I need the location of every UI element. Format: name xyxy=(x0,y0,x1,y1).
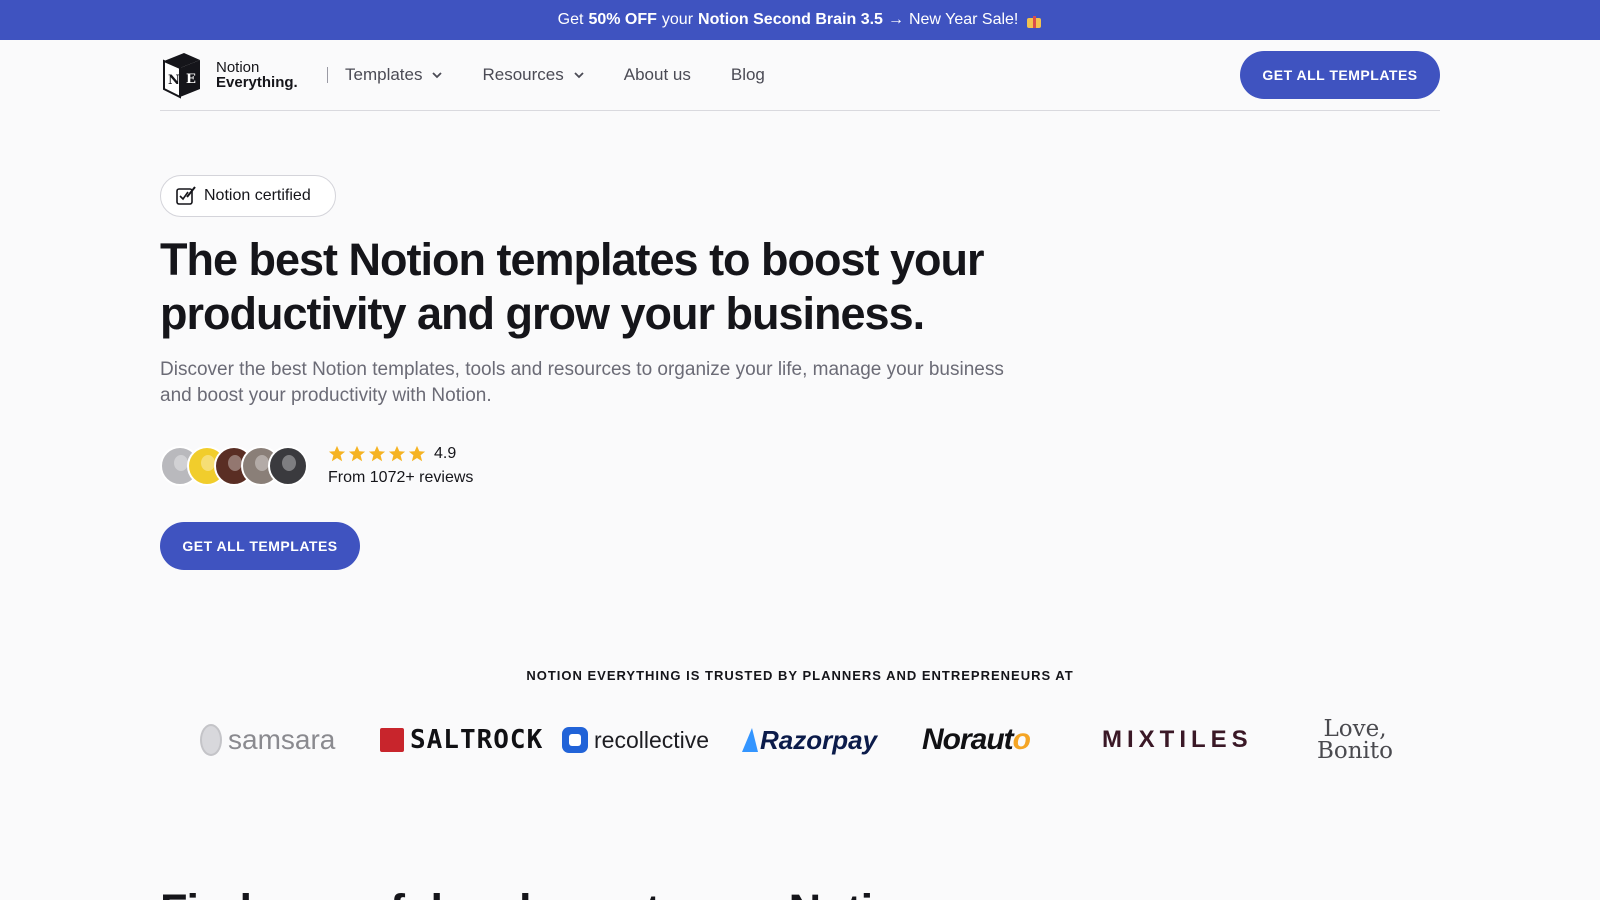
brand-love-bonito-label: Love, Bonito xyxy=(1316,716,1393,764)
brand-norauto: Norauto xyxy=(922,700,1031,780)
brand-mixtiles-label: MIXTILES xyxy=(1102,726,1253,753)
brand-razorpay: Razorpay xyxy=(742,700,877,780)
rating-stars xyxy=(328,445,426,463)
samsara-logo-icon xyxy=(200,724,222,756)
brand-recollective-label: recollective xyxy=(594,726,710,753)
logo[interactable]: N E Notion Everything. xyxy=(160,51,320,99)
next-section-title: Find powerful and smart ways Notion xyxy=(160,884,1060,900)
rating-row: 4.9 xyxy=(328,443,473,465)
gift-icon xyxy=(1026,12,1042,28)
nav-resources[interactable]: Resources xyxy=(482,65,584,85)
nav-blog-label: Blog xyxy=(730,65,765,84)
logo-mark-n: N xyxy=(168,73,180,88)
brand-norauto-label: Norauto xyxy=(922,723,1031,756)
notion-certified-badge: Notion certified xyxy=(160,175,336,217)
brand-saltrock-label: SALTROCK xyxy=(410,725,544,755)
promo-prefix: Get xyxy=(557,11,584,28)
nav-divider xyxy=(327,67,328,83)
certified-edit-icon xyxy=(176,186,196,205)
star-icon xyxy=(328,445,346,462)
brand-razorpay-label: Razorpay xyxy=(760,724,878,755)
brand-samsara-label: samsara xyxy=(228,724,336,755)
promo-your: your xyxy=(661,11,694,28)
get-all-templates-hero-button[interactable]: GET ALL TEMPLATES xyxy=(160,522,360,570)
razorpay-logo-icon xyxy=(742,728,758,752)
logo-line-2: Everything. xyxy=(216,74,298,91)
trusted-by-title: NOTION EVERYTHING IS TRUSTED BY PLANNERS… xyxy=(526,668,1074,683)
nav-about-us-label: About us xyxy=(623,65,691,84)
logo-cube-icon: N E xyxy=(163,53,200,99)
chevron-down-icon xyxy=(574,72,584,79)
main-nav: Templates Resources About us Blog xyxy=(345,65,805,85)
brand-mixtiles: MIXTILES xyxy=(1102,700,1253,780)
saltrock-logo-icon xyxy=(380,728,404,752)
badge-label: Notion certified xyxy=(204,187,311,204)
promo-sale: New Year Sale! xyxy=(908,11,1019,28)
chevron-down-icon xyxy=(432,72,443,79)
site-header: N E Notion Everything. Templates Resourc… xyxy=(160,40,1440,111)
nav-resources-label: Resources xyxy=(482,65,564,84)
get-all-templates-header-button[interactable]: GET ALL TEMPLATES xyxy=(1240,51,1440,99)
avatar xyxy=(268,446,308,486)
brand-recollective: recollective xyxy=(562,700,709,780)
star-icon xyxy=(368,445,386,462)
star-icon xyxy=(348,445,366,462)
brand-logos: samsara SALTROCK recollective Razorpay N… xyxy=(200,700,1420,780)
brand-saltrock: SALTROCK xyxy=(380,700,543,780)
brand-samsara: samsara xyxy=(200,700,335,780)
logo-line-1: Notion xyxy=(216,59,260,76)
reviewer-avatars xyxy=(160,446,315,486)
norauto-o: o xyxy=(1012,723,1031,756)
rating-count: From 1072+ reviews xyxy=(328,469,474,486)
star-icon xyxy=(408,445,426,462)
nav-blog[interactable]: Blog xyxy=(731,65,765,85)
rating-block: 4.9 From 1072+ reviews xyxy=(328,443,473,487)
logo-wordmark: Notion Everything. xyxy=(216,60,298,90)
promo-banner[interactable]: Get 50% OFF your Notion Second Brain 3.5… xyxy=(0,0,1600,40)
promo-discount: 50% OFF xyxy=(588,11,657,28)
recollective-logo-icon xyxy=(562,727,588,753)
rating-value: 4.9 xyxy=(434,445,457,462)
nav-templates-label: Templates xyxy=(345,65,423,84)
logo-mark-e: E xyxy=(186,72,196,87)
promo-arrow: → xyxy=(887,11,904,28)
hero-title: The best Notion templates to boost your … xyxy=(160,234,985,339)
promo-product: Notion Second Brain 3.5 xyxy=(698,11,883,28)
nav-templates[interactable]: Templates xyxy=(345,65,443,85)
star-icon xyxy=(388,445,406,462)
nav-about-us[interactable]: About us xyxy=(624,65,691,85)
brand-love-bonito: Love, Bonito xyxy=(1310,700,1400,780)
hero-subtitle: Discover the best Notion templates, tool… xyxy=(160,359,1004,406)
